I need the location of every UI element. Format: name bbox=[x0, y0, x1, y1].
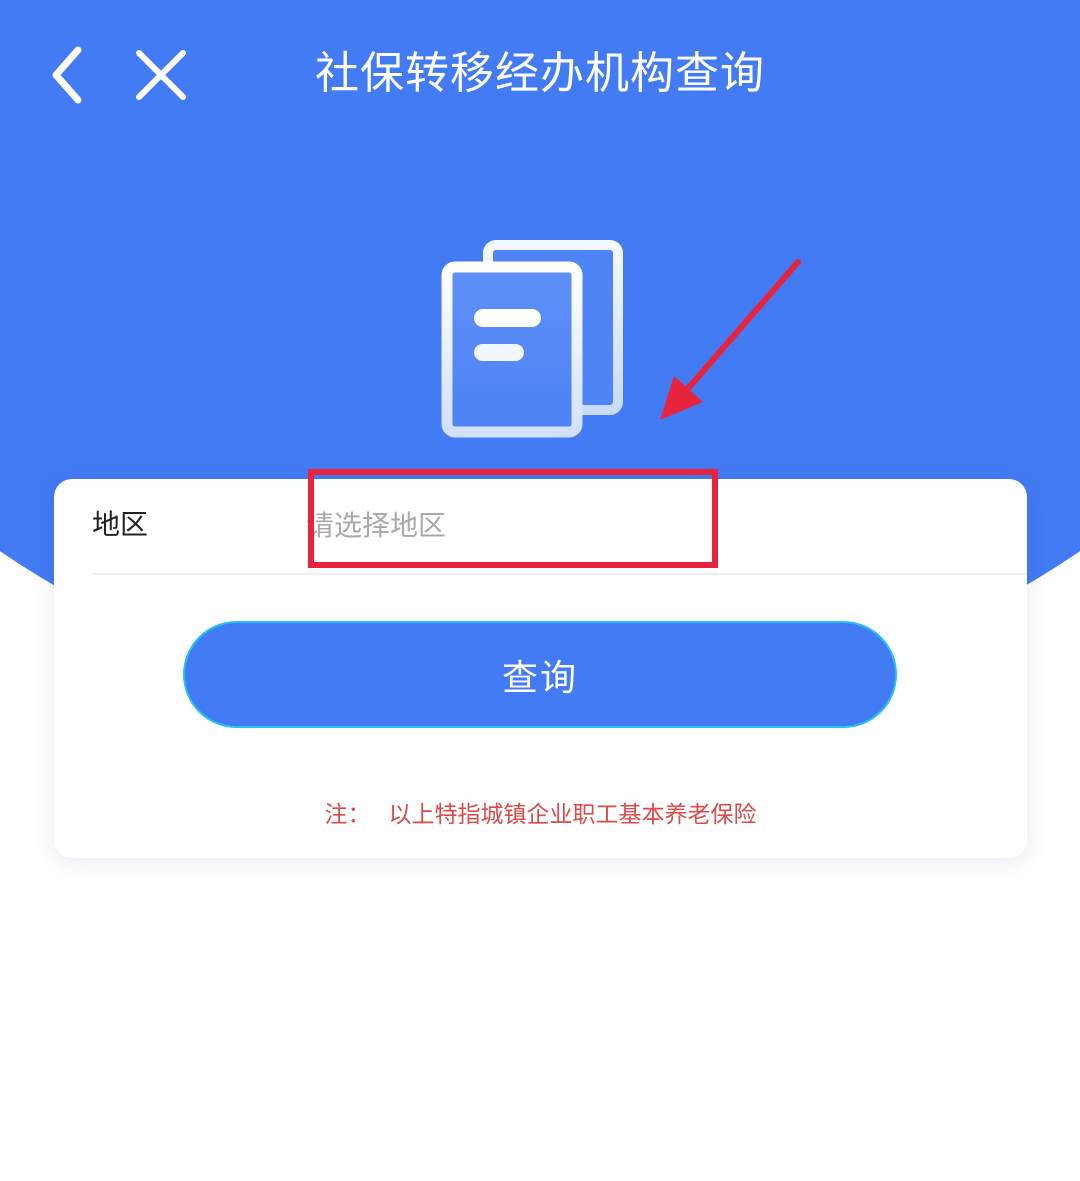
note-text: 注： 以上特指城镇企业职工基本养老保险 bbox=[54, 795, 1027, 835]
nav-bar: 社保转移经办机构查询 bbox=[0, 0, 1080, 150]
annotation-arrow bbox=[660, 259, 801, 420]
region-field-row: 地区 bbox=[92, 469, 1027, 575]
page-title: 社保转移经办机构查询 bbox=[315, 48, 765, 99]
query-card: 地区 查询 注： 以上特指城镇企业职工基本养老保险 bbox=[54, 469, 1027, 858]
region-select-input[interactable] bbox=[306, 497, 686, 553]
query-button[interactable]: 查询 bbox=[183, 621, 897, 728]
note-label: 注： bbox=[324, 802, 371, 828]
document-stack-icon bbox=[440, 238, 630, 438]
region-label: 地区 bbox=[92, 508, 149, 541]
page: 社保转移经办机构查询 地区 请选择地区 查询 注： 以上特指城镇企业职工基本养老… bbox=[0, 0, 1080, 1181]
note-content: 以上特指城镇企业职工基本养老保险 bbox=[388, 802, 757, 828]
